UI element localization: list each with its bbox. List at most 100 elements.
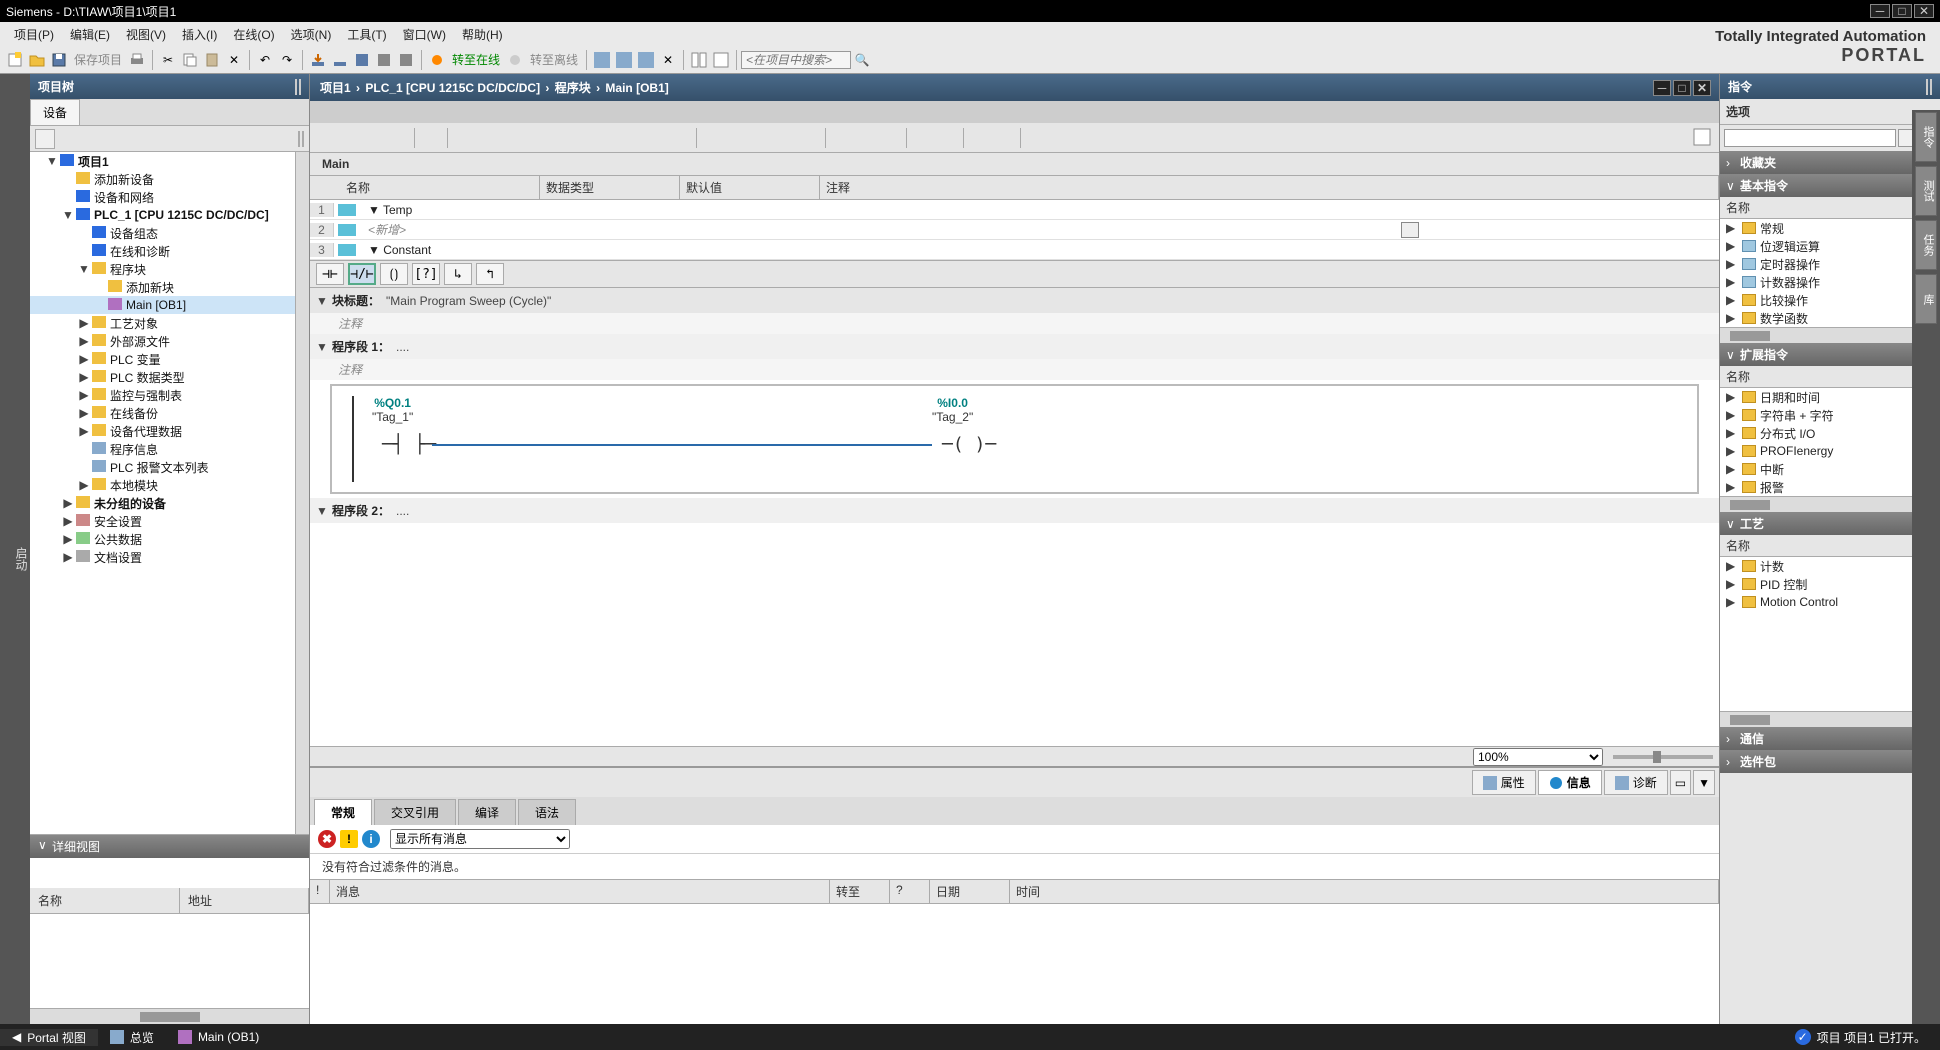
et-23[interactable] <box>879 127 901 149</box>
tree-node-18[interactable]: ▶本地模块 <box>30 476 309 494</box>
et-24[interactable] <box>912 127 934 149</box>
menu-insert[interactable]: 插入(I) <box>174 26 225 43</box>
et-12[interactable] <box>597 127 619 149</box>
ext-items-item-4[interactable]: ▶中断 <box>1720 460 1940 478</box>
overview-button[interactable]: 总览 <box>98 1029 166 1046</box>
et-5[interactable] <box>420 127 442 149</box>
et-4[interactable] <box>387 127 409 149</box>
details-header[interactable]: ∨详细视图 <box>30 835 309 858</box>
tree-tb-2[interactable] <box>298 131 300 147</box>
menu-help[interactable]: 帮助(H) <box>454 26 511 43</box>
tree-node-7[interactable]: 添加新块 <box>30 278 309 296</box>
tab-info[interactable]: 信息 <box>1538 770 1602 795</box>
basic-items-item-5[interactable]: ▶数学函数 <box>1720 309 1940 327</box>
info-collapse-icon[interactable]: ▼ <box>1693 770 1715 795</box>
tree-node-21[interactable]: ▶公共数据 <box>30 530 309 548</box>
layout-icon-2[interactable] <box>711 50 731 70</box>
search-input[interactable] <box>741 51 851 69</box>
et-19[interactable] <box>774 127 796 149</box>
error-icon[interactable]: ✖ <box>318 830 336 848</box>
tech-items-item-1[interactable]: ▶PID 控制 <box>1720 575 1940 593</box>
ladder-network-1[interactable]: %Q0.1 "Tag_1" ─┤ ├─ %I0.0 "Tag_2" ─( )─ <box>330 384 1699 494</box>
instruction-search-input[interactable] <box>1724 129 1896 147</box>
network-1-header[interactable]: ▼ 程序段 1： .... <box>310 334 1719 359</box>
et-8[interactable] <box>501 127 523 149</box>
datatype-dropdown-icon[interactable] <box>1401 222 1419 238</box>
crumb-seg-1[interactable]: PLC_1 [CPU 1215C DC/DC/DC] <box>365 81 540 95</box>
contact-1[interactable]: ─┤ ├─ <box>382 434 436 455</box>
subtab-syntax[interactable]: 语法 <box>518 799 576 825</box>
save-icon[interactable] <box>49 50 69 70</box>
ed-close-icon[interactable]: ✕ <box>1693 80 1711 96</box>
print-icon[interactable] <box>127 50 147 70</box>
lad-box-icon[interactable]: [?] <box>412 263 440 285</box>
et-18[interactable] <box>750 127 772 149</box>
et-6[interactable] <box>453 127 475 149</box>
tab-diag[interactable]: 诊断 <box>1604 770 1668 795</box>
tree-node-6[interactable]: ▼程序块 <box>30 260 309 278</box>
block-comment[interactable]: 注释 <box>310 313 1719 334</box>
undo-icon[interactable]: ↶ <box>255 50 275 70</box>
subtab-xref[interactable]: 交叉引用 <box>374 799 456 825</box>
tree-node-12[interactable]: ▶PLC 数据类型 <box>30 368 309 386</box>
tb-icon-e[interactable] <box>636 50 656 70</box>
tb-icon-f[interactable]: ✕ <box>658 50 678 70</box>
crumb-seg-3[interactable]: Main [OB1] <box>605 81 668 95</box>
tree-node-9[interactable]: ▶工艺对象 <box>30 314 309 332</box>
project-tree[interactable]: ▼项目1添加新设备设备和网络▼PLC_1 [CPU 1215C DC/DC/DC… <box>30 152 309 835</box>
cat-favorites[interactable]: ›收藏夹 <box>1720 151 1940 174</box>
cat-ext[interactable]: ∨扩展指令 <box>1720 343 1940 366</box>
crumb-seg-2[interactable]: 程序块 <box>555 81 591 95</box>
menu-tools[interactable]: 工具(T) <box>339 26 394 43</box>
tree-node-16[interactable]: 程序信息 <box>30 440 309 458</box>
tech-items-item-0[interactable]: ▶计数 <box>1720 557 1940 575</box>
side-tab-instructions[interactable]: 指令 <box>1915 112 1937 162</box>
new-project-icon[interactable] <box>5 50 25 70</box>
startup-tab[interactable]: 启动 <box>0 74 30 1024</box>
et-14[interactable] <box>645 127 667 149</box>
upload-icon[interactable] <box>330 50 350 70</box>
et-11[interactable] <box>573 127 595 149</box>
tree-node-4[interactable]: 设备组态 <box>30 224 309 242</box>
ext-items-item-5[interactable]: ▶报警 <box>1720 478 1940 496</box>
network-1-comment[interactable]: 注释 <box>310 359 1719 380</box>
basic-items-item-1[interactable]: ▶位逻辑运算 <box>1720 237 1940 255</box>
lad-nc-contact-icon[interactable]: ⊣/⊢ <box>348 263 376 285</box>
info-minimize-icon[interactable]: ▭ <box>1670 770 1691 795</box>
lad-branch-close-icon[interactable]: ↰ <box>476 263 504 285</box>
et-25[interactable] <box>936 127 958 149</box>
ed-max-icon[interactable]: □ <box>1673 80 1691 96</box>
tree-node-2[interactable]: 设备和网络 <box>30 188 309 206</box>
left-hscroll[interactable] <box>30 1008 309 1024</box>
tree-node-0[interactable]: ▼项目1 <box>30 152 309 170</box>
et-7[interactable] <box>477 127 499 149</box>
side-tab-libs[interactable]: 库 <box>1915 274 1937 324</box>
open-project-icon[interactable] <box>27 50 47 70</box>
details-col-addr[interactable]: 地址 <box>180 888 309 913</box>
tree-node-11[interactable]: ▶PLC 变量 <box>30 350 309 368</box>
lad-branch-icon[interactable]: ↳ <box>444 263 472 285</box>
panel-collapse-icon[interactable] <box>299 79 301 95</box>
et-22[interactable] <box>855 127 877 149</box>
tab-properties[interactable]: 属性 <box>1472 770 1536 795</box>
tb-icon-b[interactable] <box>396 50 416 70</box>
lad-no-contact-icon[interactable]: ⊣⊢ <box>316 263 344 285</box>
basic-items-item-0[interactable]: ▶常规 <box>1720 219 1940 237</box>
cat-tech[interactable]: ∨工艺 <box>1720 512 1940 535</box>
var-row-0[interactable]: 1▼ Temp <box>310 200 1719 220</box>
var-row-1[interactable]: 2<新增> <box>310 220 1719 240</box>
basic-items-item-4[interactable]: ▶比较操作 <box>1720 291 1940 309</box>
basic-items-item-3[interactable]: ▶计数器操作 <box>1720 273 1940 291</box>
var-row-2[interactable]: 3▼ Constant <box>310 240 1719 260</box>
basic-hscroll[interactable] <box>1720 327 1940 343</box>
menu-edit[interactable]: 编辑(E) <box>62 26 118 43</box>
tb-icon-a[interactable] <box>374 50 394 70</box>
tree-node-15[interactable]: ▶设备代理数据 <box>30 422 309 440</box>
layout-icon-1[interactable] <box>689 50 709 70</box>
et-26[interactable] <box>969 127 991 149</box>
et-17[interactable] <box>726 127 748 149</box>
subtab-compile[interactable]: 编译 <box>458 799 516 825</box>
ed-min-icon[interactable]: ─ <box>1653 80 1671 96</box>
et-15[interactable] <box>669 127 691 149</box>
tree-node-17[interactable]: PLC 报警文本列表 <box>30 458 309 476</box>
